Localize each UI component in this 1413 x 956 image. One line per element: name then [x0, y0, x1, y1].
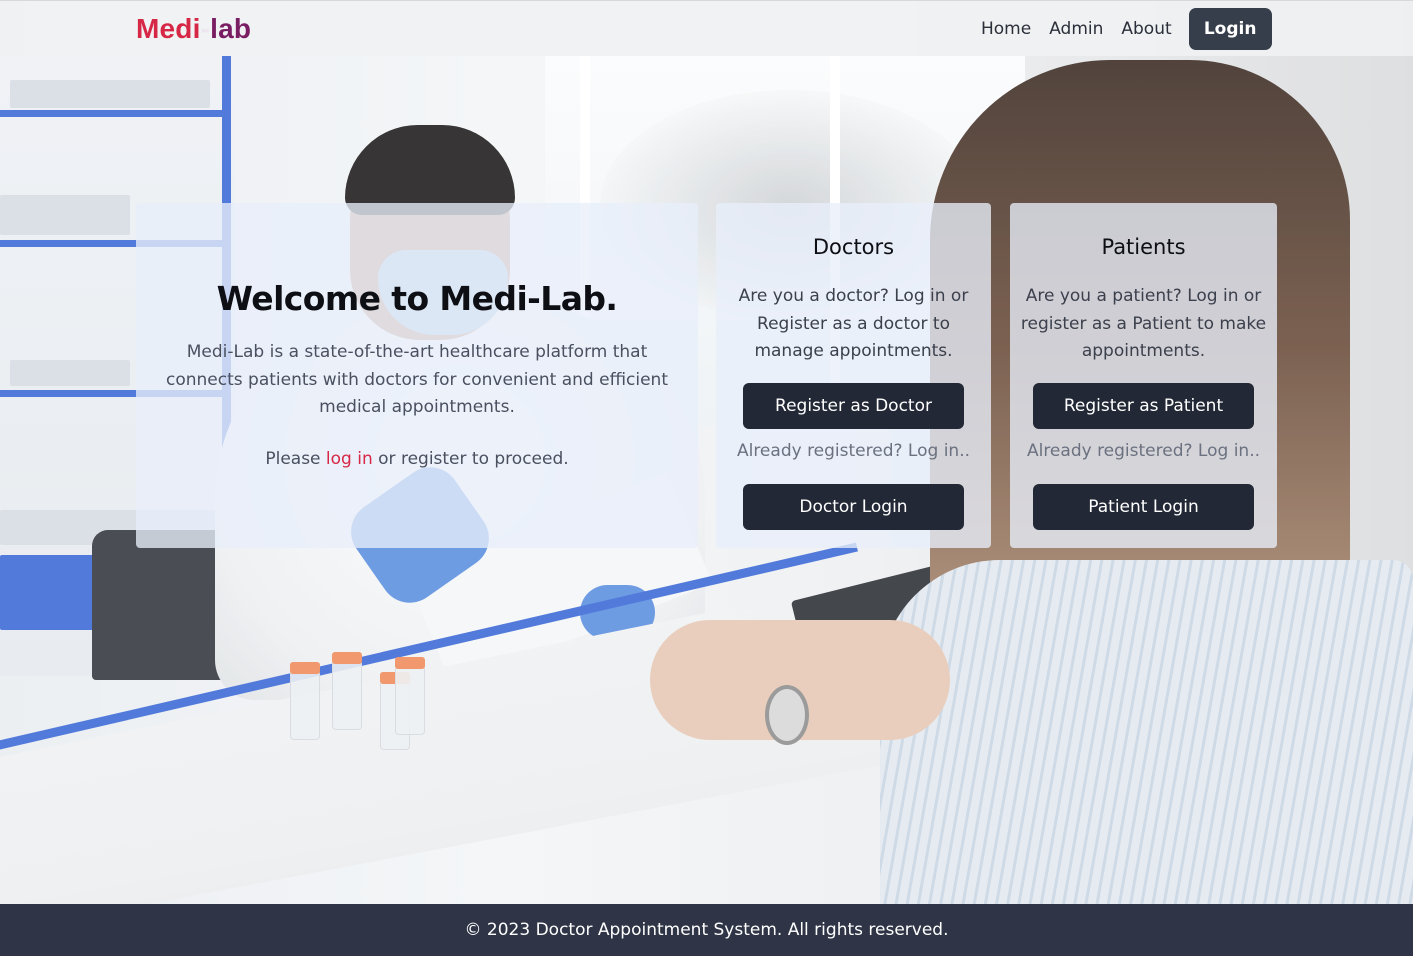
welcome-panel: Welcome to Medi-Lab. Medi-Lab is a state… — [136, 203, 698, 548]
nav-link-home[interactable]: Home — [972, 8, 1040, 50]
nav-login-button[interactable]: Login — [1188, 8, 1272, 50]
patients-title: Patients — [1101, 235, 1186, 259]
brand-separator: - — [200, 13, 211, 44]
patient-login-button[interactable]: Patient Login — [1033, 484, 1254, 530]
welcome-description: Medi-Lab is a state-of-the-art healthcar… — [166, 342, 668, 417]
brand-part-2: lab — [210, 13, 252, 44]
navbar: Medi-lab Home Admin About Login — [0, 0, 1413, 56]
login-link[interactable]: log in — [326, 449, 373, 469]
nav-links: Home Admin About Login — [972, 8, 1272, 50]
register-patient-button[interactable]: Register as Patient — [1033, 383, 1254, 429]
patients-already-registered: Already registered? Log in.. — [1026, 441, 1261, 461]
nav-link-admin[interactable]: Admin — [1040, 8, 1112, 50]
register-doctor-button[interactable]: Register as Doctor — [743, 383, 964, 429]
cta-suffix: or register to proceed. — [372, 449, 569, 469]
doctors-text: Are you a doctor? Log in or Register as … — [738, 286, 969, 361]
patients-card: Patients Are you a patient? Log in or re… — [1010, 203, 1277, 548]
brand-part-1: Medi — [136, 13, 201, 44]
welcome-cta: Please log in or register to proceed. — [136, 449, 698, 469]
doctor-login-button[interactable]: Doctor Login — [743, 484, 964, 530]
brand-logo[interactable]: Medi-lab — [136, 12, 251, 46]
patients-text: Are you a patient? Log in or register as… — [1020, 286, 1267, 361]
nav-link-about[interactable]: About — [1112, 8, 1180, 50]
doctors-card: Doctors Are you a doctor? Log in or Regi… — [716, 203, 991, 548]
doctors-title: Doctors — [812, 235, 895, 259]
cta-prefix: Please — [265, 449, 326, 469]
footer: © 2023 Doctor Appointment System. All ri… — [0, 904, 1413, 956]
welcome-title: Welcome to Medi-Lab. — [216, 279, 618, 318]
doctors-already-registered: Already registered? Log in.. — [736, 441, 971, 461]
footer-copyright: © 2023 Doctor Appointment System. All ri… — [464, 920, 949, 940]
